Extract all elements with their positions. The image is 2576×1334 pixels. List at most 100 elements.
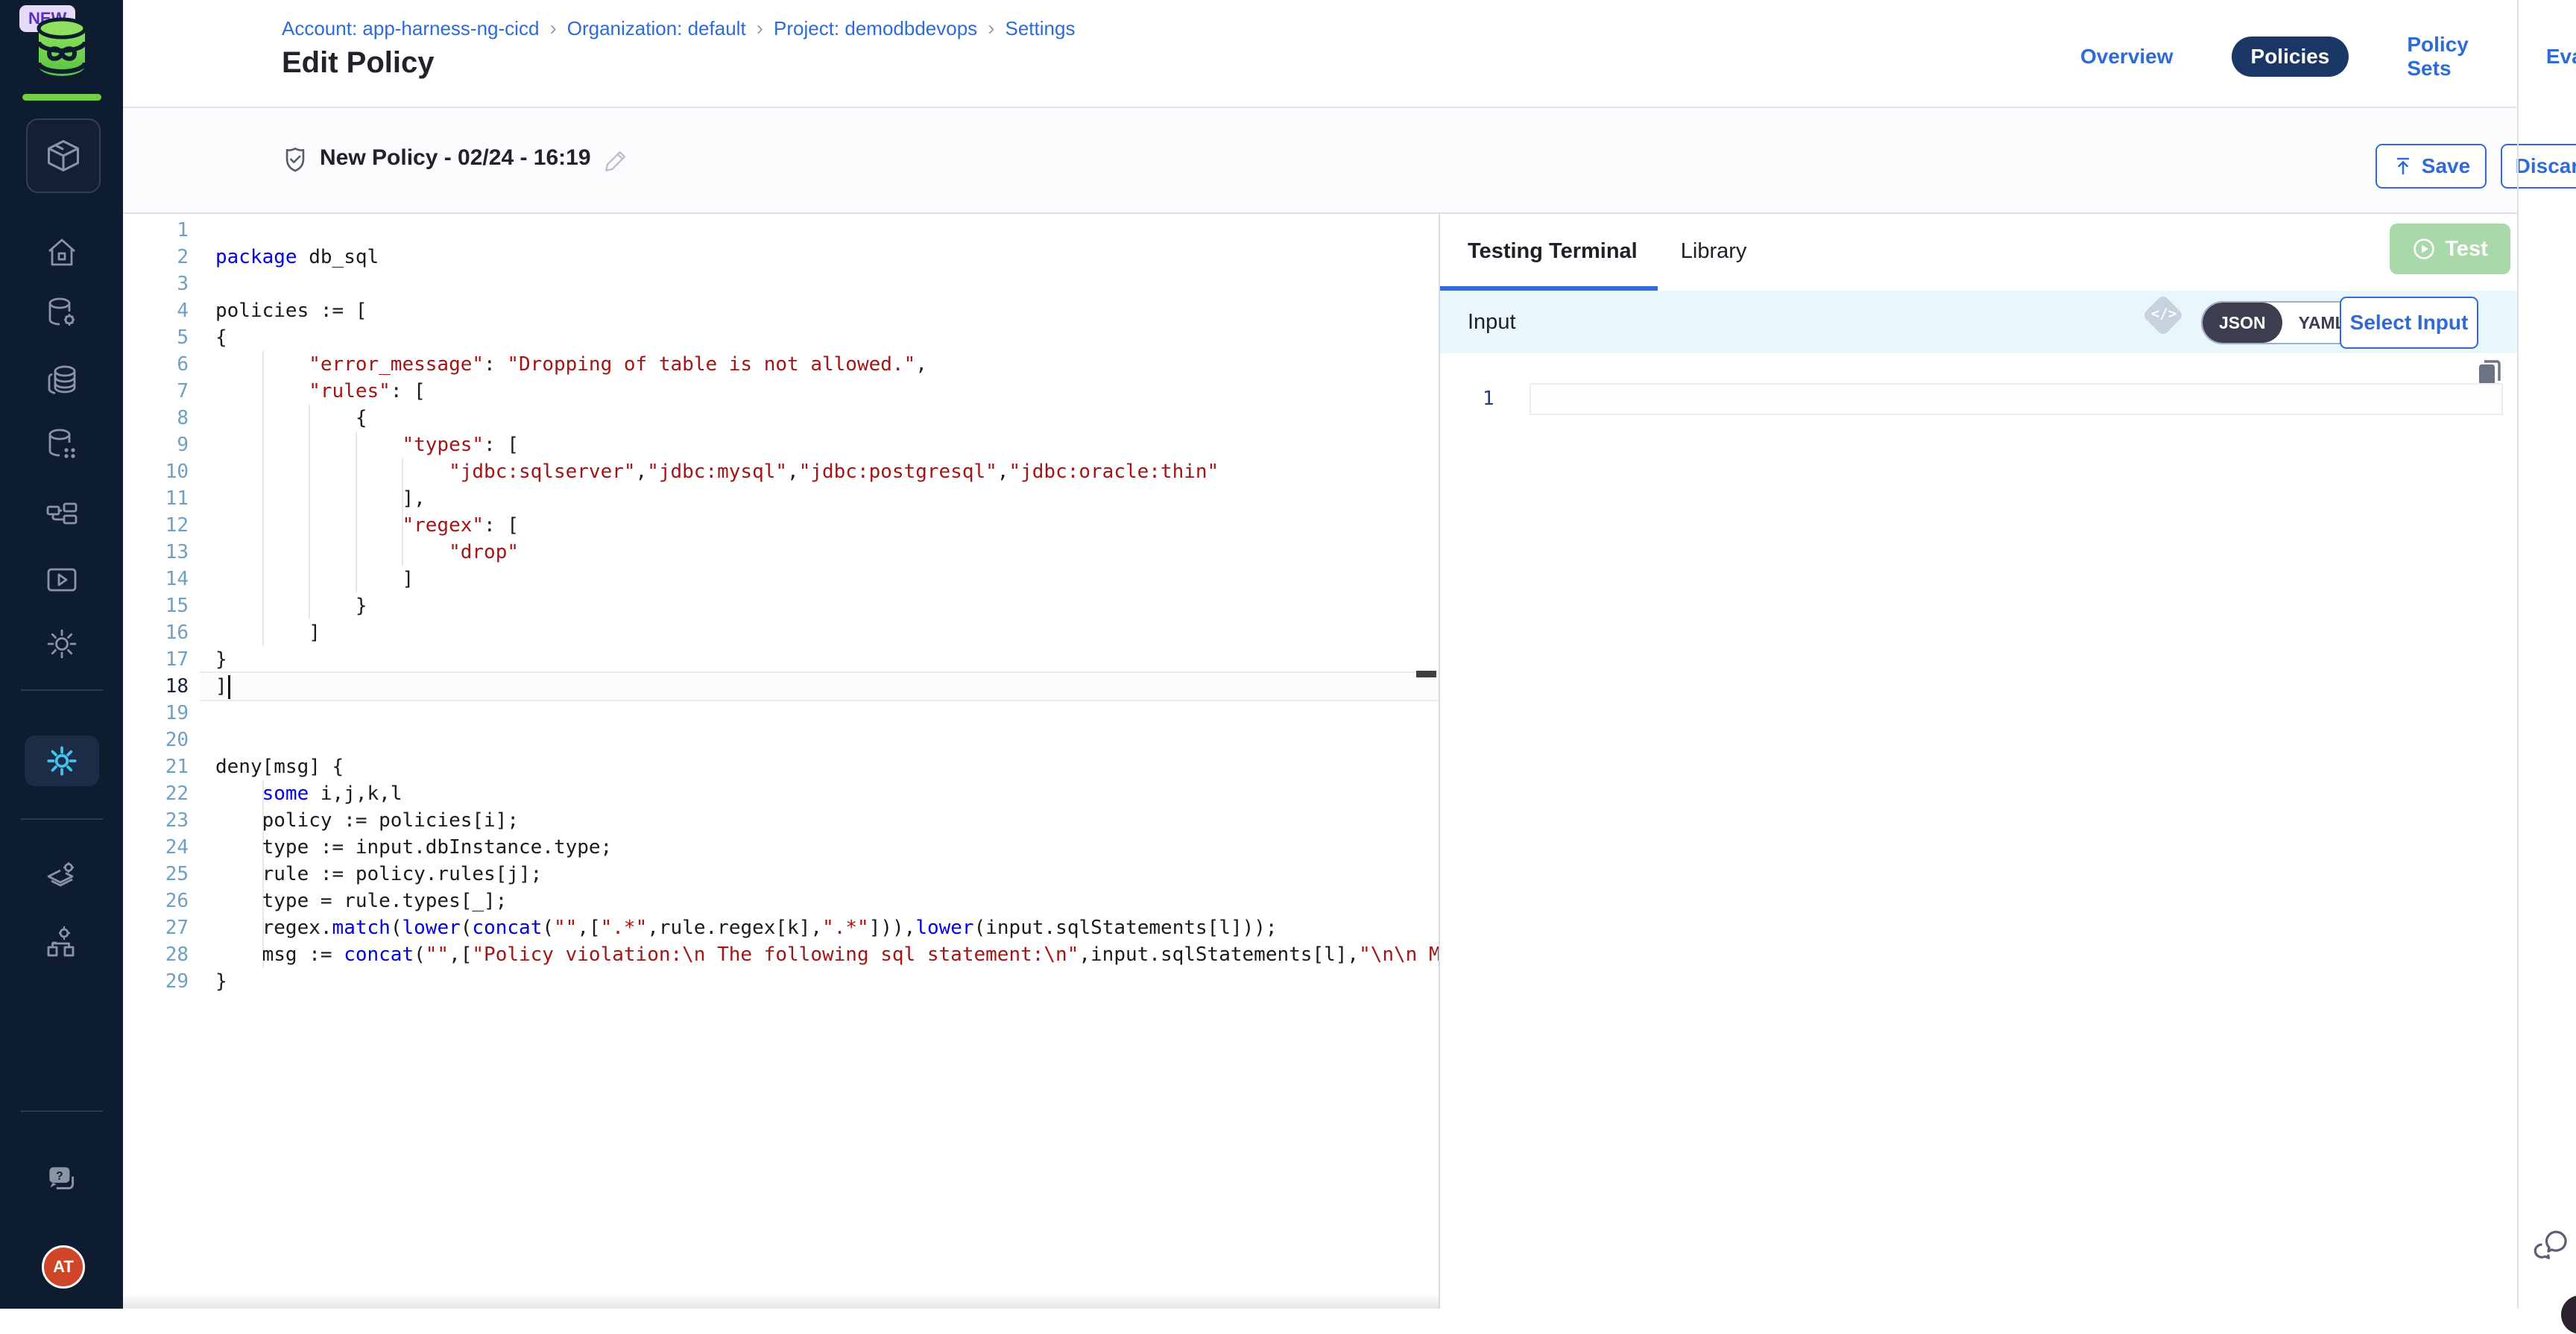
line-number: 2 bbox=[123, 244, 189, 271]
nav-evaluations[interactable]: Evaluations bbox=[2527, 37, 2576, 77]
line-number: 1 bbox=[123, 217, 189, 244]
network-gear-icon bbox=[44, 925, 80, 961]
code-glyph: </> bbox=[2143, 306, 2185, 322]
sidebar-item-db-settings[interactable] bbox=[43, 294, 80, 331]
home-icon bbox=[44, 235, 80, 271]
tab-library[interactable]: Library bbox=[1681, 239, 1747, 264]
sidebar-item-environments[interactable] bbox=[43, 859, 80, 897]
sidebar-item-executions[interactable] bbox=[43, 561, 80, 598]
sidebar-item-project-settings-active[interactable] bbox=[25, 736, 99, 786]
flowchart-icon bbox=[44, 498, 80, 534]
toggle-json[interactable]: JSON bbox=[2203, 303, 2282, 343]
page-title: Edit Policy bbox=[282, 46, 435, 80]
gear-icon bbox=[44, 626, 80, 662]
harness-db-logo-icon[interactable] bbox=[33, 16, 91, 85]
tab-testing-terminal[interactable]: Testing Terminal bbox=[1468, 239, 1638, 264]
policy-toolbar: New Policy - 02/24 - 16:19 Save Discard bbox=[123, 108, 2517, 214]
policy-code-editor[interactable]: 1234567891011121314151617181920212223242… bbox=[123, 214, 1439, 1309]
database-dots-icon bbox=[44, 426, 80, 461]
content-right-border bbox=[2517, 0, 2519, 1309]
top-nav: OverviewPoliciesPolicy SetsEvaluations bbox=[2061, 36, 2576, 78]
user-avatar[interactable]: AT bbox=[42, 1245, 85, 1289]
nav-policies[interactable]: Policies bbox=[2232, 37, 2349, 77]
line-number: 8 bbox=[123, 405, 189, 432]
database-gear-icon bbox=[44, 294, 80, 330]
breadcrumb-item[interactable]: Settings bbox=[1006, 17, 1076, 40]
sidebar-item-pipelines[interactable] bbox=[43, 497, 80, 534]
sidebar-item-db-nodes[interactable] bbox=[43, 425, 80, 462]
save-button[interactable]: Save bbox=[2375, 144, 2487, 189]
nav-policy-sets[interactable]: Policy Sets bbox=[2387, 25, 2487, 89]
line-number: 5 bbox=[123, 324, 189, 351]
line-number: 27 bbox=[123, 914, 189, 941]
sidebar-item-db-stack[interactable] bbox=[43, 361, 80, 398]
line-number: 3 bbox=[123, 271, 189, 297]
sidebar-item-settings[interactable] bbox=[43, 625, 80, 663]
test-label: Test bbox=[2445, 237, 2487, 262]
breadcrumb-item[interactable]: Project: demodbdevops bbox=[774, 17, 977, 40]
line-number: 16 bbox=[123, 619, 189, 646]
text-cursor bbox=[228, 675, 230, 699]
line-number: 20 bbox=[123, 727, 189, 753]
scrollbar-cursor-marker[interactable] bbox=[1416, 671, 1436, 677]
breadcrumb-item[interactable]: Organization: default bbox=[567, 17, 746, 40]
code-line: "regex": [ bbox=[215, 512, 1439, 539]
code-line: type = rule.types[_]; bbox=[215, 888, 1439, 914]
code-line: ], bbox=[215, 485, 1439, 512]
code-line: { bbox=[215, 405, 1439, 432]
code-line bbox=[215, 217, 1439, 244]
code-line bbox=[215, 700, 1439, 727]
sidebar-item-home[interactable] bbox=[43, 234, 80, 271]
line-number: 29 bbox=[123, 968, 189, 995]
chat-widget-blob[interactable] bbox=[2561, 1295, 2576, 1334]
layers-gear-icon bbox=[44, 860, 80, 896]
sidebar-divider bbox=[21, 1110, 103, 1112]
line-number: 7 bbox=[123, 378, 189, 405]
code-line: ] bbox=[215, 619, 1439, 646]
breadcrumb-separator: › bbox=[549, 16, 556, 40]
line-number: 23 bbox=[123, 807, 189, 834]
cube-icon bbox=[44, 136, 83, 175]
line-number: 28 bbox=[123, 941, 189, 968]
code-line: msg := concat("",["Policy violation:\n T… bbox=[215, 941, 1439, 968]
line-number: 22 bbox=[123, 780, 189, 807]
line-number: 14 bbox=[123, 566, 189, 592]
code-line: "rules": [ bbox=[215, 378, 1439, 405]
edit-pencil-icon[interactable] bbox=[602, 147, 630, 175]
input-editor-line[interactable] bbox=[1530, 383, 2503, 415]
editor-lines: package db_sqlpolicies := [{ "error_mess… bbox=[215, 217, 1439, 995]
editor-gutter: 1234567891011121314151617181920212223242… bbox=[123, 217, 189, 995]
discard-button[interactable]: Discard bbox=[2501, 144, 2576, 189]
code-line: regex.match(lower(concat("",[".*",rule.r… bbox=[215, 914, 1439, 941]
testing-panel: Testing Terminal Library Test Input </> J… bbox=[1440, 214, 2517, 1309]
code-line bbox=[215, 271, 1439, 297]
select-input-button[interactable]: Select Input bbox=[2340, 297, 2478, 349]
editor-horizontal-scrollbar[interactable] bbox=[123, 1294, 1439, 1309]
code-line: package db_sql bbox=[215, 244, 1439, 271]
code-line: { bbox=[215, 324, 1439, 351]
input-label: Input bbox=[1468, 310, 1516, 335]
play-circle-icon bbox=[2412, 237, 2436, 261]
testing-tabs: Testing Terminal Library bbox=[1468, 214, 1746, 288]
module-selector-button[interactable] bbox=[26, 118, 101, 193]
sidebar-item-help[interactable]: ? bbox=[43, 1163, 80, 1200]
line-number: 12 bbox=[123, 512, 189, 539]
video-play-icon bbox=[44, 562, 80, 598]
code-line: some i,j,k,l bbox=[215, 780, 1439, 807]
support-chat-icon[interactable] bbox=[2531, 1227, 2572, 1267]
database-stack-icon bbox=[44, 361, 80, 397]
line-number: 25 bbox=[123, 861, 189, 888]
logo-underline bbox=[22, 94, 101, 101]
breadcrumb-separator: › bbox=[757, 16, 763, 40]
nav-overview[interactable]: Overview bbox=[2061, 37, 2193, 77]
breadcrumb-item[interactable]: Account: app-harness-ng-cicd bbox=[282, 17, 539, 40]
help-chat-icon: ? bbox=[43, 1162, 80, 1201]
test-button[interactable]: Test bbox=[2390, 224, 2510, 274]
sidebar-item-infrastructure[interactable] bbox=[43, 924, 80, 961]
input-bar: Input </> JSONYAML Select Input bbox=[1440, 291, 2517, 353]
line-number: 6 bbox=[123, 351, 189, 378]
sidebar-divider bbox=[21, 818, 103, 820]
gear-active-icon bbox=[43, 742, 80, 780]
code-line: } bbox=[215, 646, 1439, 673]
line-number: 10 bbox=[123, 458, 189, 485]
